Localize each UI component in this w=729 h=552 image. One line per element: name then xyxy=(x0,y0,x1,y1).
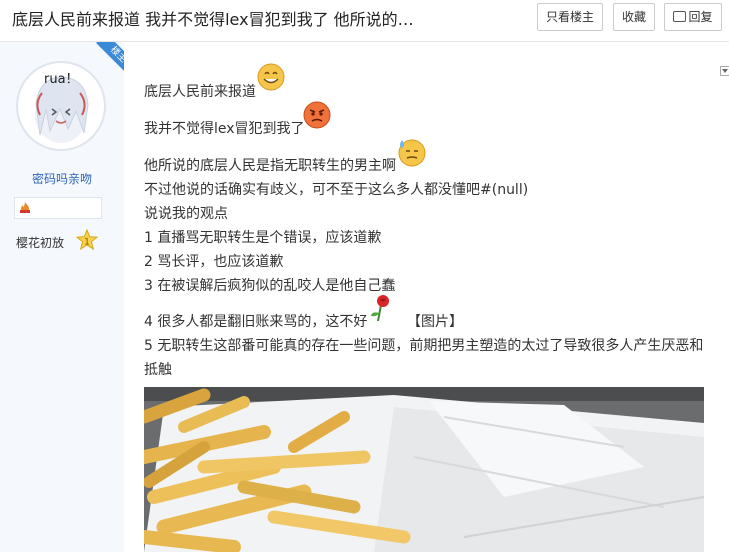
rose-emoji-icon xyxy=(371,295,389,322)
sweat-emoji-icon xyxy=(398,139,426,167)
post-line: 5 无职转生这部番可能真的存在一些问题，前期把男主塑造的太过了导致很多人产生厌恶… xyxy=(144,338,704,354)
reply-icon xyxy=(673,11,687,22)
reply-button[interactable]: 回复 xyxy=(664,3,722,31)
thread-header: 底层人民前来报道 我并不觉得lex冒犯到我了 他所说的… 只看楼主 收藏 回复 xyxy=(0,0,729,42)
level-name: 樱花初放 xyxy=(16,236,65,250)
collapse-arrow-icon[interactable] xyxy=(720,66,729,76)
author-username[interactable]: 密码吗亲吻 xyxy=(0,170,124,187)
post-line: 他所说的底层人民是指无职转生的男主啊 xyxy=(144,158,396,174)
flame-medal-icon xyxy=(20,202,30,213)
image-placeholder-label[interactable]: 【图片】 xyxy=(407,311,463,331)
post-line: 1 直播骂无职转生是个错误，应该道歉 xyxy=(144,230,382,246)
avatar-caption: rua！ xyxy=(44,72,79,87)
post-line: 3 在被误解后疯狗似的乱咬人是他自己蠢 xyxy=(144,278,396,294)
only-op-button[interactable]: 只看楼主 xyxy=(537,3,603,31)
reply-label: 回复 xyxy=(688,10,713,24)
angry-emoji-icon xyxy=(303,101,331,129)
post-line: 不过他说的话确实有歧义，可不至于这么多人都没懂吧#(null) xyxy=(144,182,529,198)
fries-image-icon xyxy=(144,387,704,552)
level-star-icon: 1 xyxy=(76,229,98,251)
fries-photo[interactable] xyxy=(144,387,704,552)
medal-bar xyxy=(14,197,102,219)
smile-emoji-icon xyxy=(257,63,285,91)
op-badge: 楼主 xyxy=(90,42,124,76)
svg-text:1: 1 xyxy=(84,238,90,248)
post-line: 底层人民前来报道 xyxy=(144,84,256,100)
post-line: 说说我的观点 xyxy=(144,206,228,222)
favorite-button[interactable]: 收藏 xyxy=(613,3,655,31)
post-line: 2 骂长评，也应该道歉 xyxy=(144,254,284,270)
post-line: 抵触 xyxy=(144,362,172,378)
post-line: 我并不觉得lex冒犯到我了 xyxy=(144,121,305,137)
post-line: 4 很多人都是翻旧账来骂的，这不好 xyxy=(144,314,368,330)
thread-title: 底层人民前来报道 我并不觉得lex冒犯到我了 他所说的… xyxy=(12,10,414,29)
